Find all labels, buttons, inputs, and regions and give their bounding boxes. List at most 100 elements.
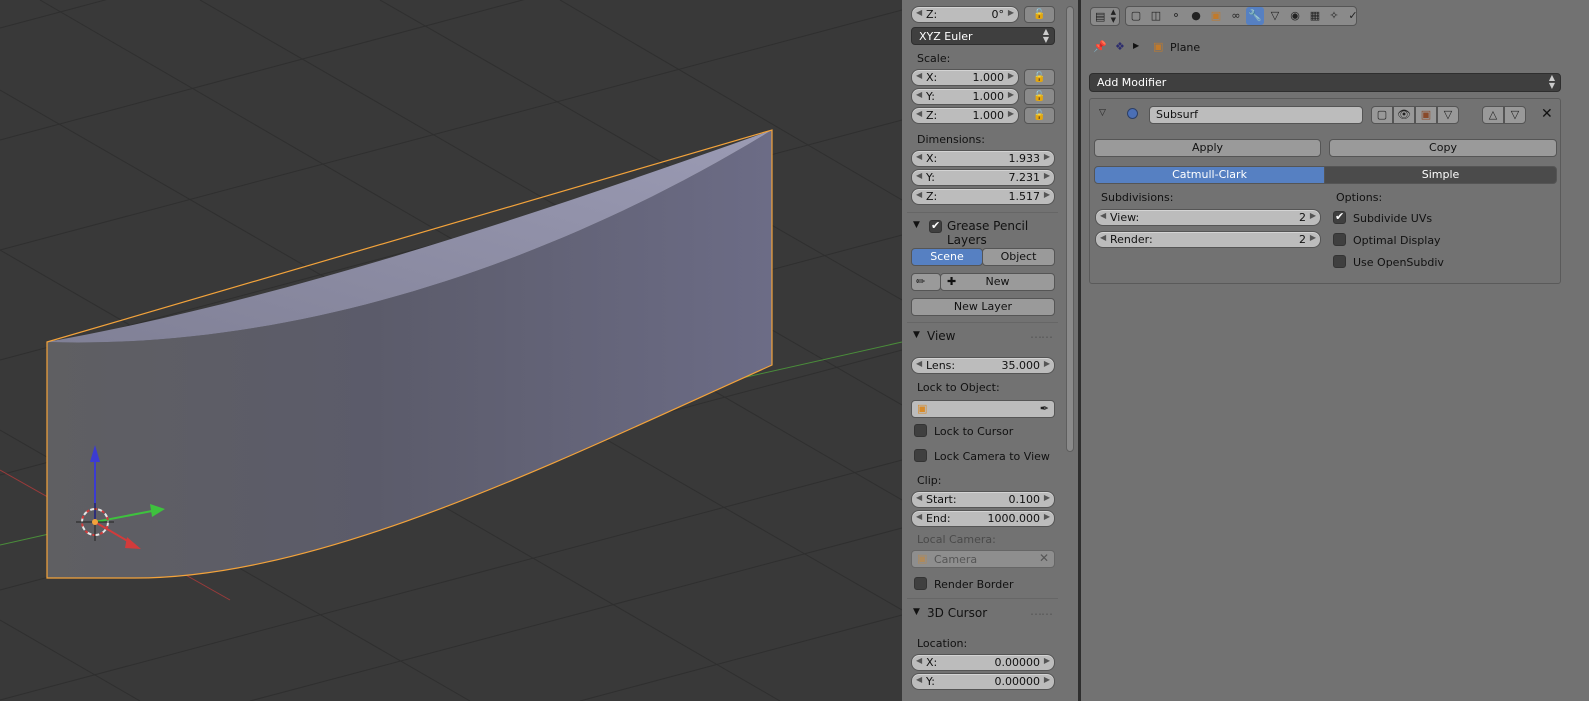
clip-start-field[interactable]: ◀ Start: 0.100 ▶ bbox=[911, 491, 1055, 508]
decrement-icon: ◀ bbox=[916, 152, 923, 161]
render-border-label: Render Border bbox=[934, 578, 1014, 591]
divider bbox=[907, 598, 1058, 599]
add-modifier-dropdown[interactable]: Add Modifier ▲ ▼ bbox=[1089, 73, 1561, 92]
move-up-icon[interactable]: △ bbox=[1482, 106, 1504, 124]
optimal-display-checkbox[interactable] bbox=[1333, 233, 1346, 246]
drag-handle-icon[interactable]: ⋯⋯ bbox=[1030, 330, 1053, 344]
grease-pencil-enable-checkbox[interactable] bbox=[929, 219, 942, 233]
collapse-triangle-icon[interactable]: ▽ bbox=[1099, 108, 1106, 118]
copy-button[interactable]: Copy bbox=[1329, 139, 1557, 157]
eyedropper-icon[interactable]: ✒ bbox=[1040, 402, 1049, 415]
field-label: Y: bbox=[926, 171, 935, 184]
data-tab-icon[interactable]: ▽ bbox=[1266, 7, 1284, 25]
divider bbox=[907, 322, 1058, 323]
scale-y-field[interactable]: ◀ Y: 1.000 ▶ bbox=[911, 88, 1019, 105]
shelf-scrollbar[interactable] bbox=[1063, 0, 1078, 701]
scale-z-field[interactable]: ◀ Z: 1.000 ▶ bbox=[911, 107, 1019, 124]
render-tab-icon[interactable]: ▢ bbox=[1127, 7, 1145, 25]
updown-icon: ▲ ▼ bbox=[1548, 73, 1555, 90]
object-tab-icon[interactable]: ▣ bbox=[1207, 7, 1225, 25]
lock-camera-to-view-checkbox[interactable] bbox=[914, 449, 927, 462]
updown-icon: ▲ ▼ bbox=[1110, 8, 1116, 24]
3d-viewport[interactable] bbox=[0, 0, 902, 701]
lock-scale-z-button[interactable]: 🔓 bbox=[1024, 107, 1055, 124]
properties-context-tabs: ▤ ▲ ▼ ▢ ◫ ⚬ ● ▣ ∞ 🔧 ▽ ◉ ▦ ✧ ✓ bbox=[1081, 0, 1589, 32]
pin-icon[interactable]: 📌 bbox=[1093, 40, 1107, 53]
constraints-tab-icon[interactable]: ∞ bbox=[1227, 7, 1245, 25]
field-label: View: bbox=[1110, 211, 1140, 224]
divider bbox=[907, 212, 1058, 213]
scene-tab-icon[interactable]: ⚬ bbox=[1167, 7, 1185, 25]
local-camera-field[interactable]: ▣ Camera ✕ bbox=[911, 550, 1055, 568]
scrollbar-thumb[interactable] bbox=[1066, 6, 1074, 452]
drag-handle-icon[interactable]: ⋯⋯ bbox=[1030, 607, 1053, 621]
apply-button[interactable]: Apply bbox=[1094, 139, 1321, 157]
view-subdivisions-field[interactable]: ◀ View: 2 ▶ bbox=[1095, 209, 1321, 226]
modifiers-tab-icon[interactable]: 🔧 bbox=[1246, 7, 1264, 25]
world-tab-icon[interactable]: ● bbox=[1187, 7, 1205, 25]
updown-icon: ▲ ▼ bbox=[1042, 27, 1049, 44]
field-value: 0° bbox=[991, 8, 1005, 21]
clear-icon[interactable]: ✕ bbox=[1039, 551, 1049, 565]
modifier-name-input[interactable]: Subsurf bbox=[1149, 106, 1363, 124]
simple-toggle[interactable]: Simple bbox=[1324, 166, 1557, 184]
decrement-icon: ◀ bbox=[916, 90, 923, 99]
dimension-x-field[interactable]: ◀ X: 1.933 ▶ bbox=[911, 150, 1055, 167]
cursor-y-field[interactable]: ◀ Y: 0.00000 ▶ bbox=[911, 673, 1055, 690]
editmode-toggle-icon[interactable]: ▣ bbox=[1415, 106, 1437, 124]
field-value: 35.000 bbox=[1001, 359, 1041, 372]
physics-tab-icon[interactable]: ✓ bbox=[1344, 7, 1362, 25]
new-layer-button[interactable]: New Layer bbox=[911, 298, 1055, 316]
pencil-datablock-button[interactable]: ✏ bbox=[911, 273, 941, 291]
lock-scale-x-button[interactable]: 🔓 bbox=[1024, 69, 1055, 86]
field-label: End: bbox=[926, 512, 951, 525]
lock-rotation-z-button[interactable]: 🔓 bbox=[1024, 6, 1055, 23]
button-label: New bbox=[985, 275, 1010, 288]
subdivide-uvs-checkbox[interactable] bbox=[1333, 210, 1346, 224]
object-cube-icon: ▣ bbox=[917, 402, 928, 415]
field-label: X: bbox=[926, 71, 938, 84]
lens-field[interactable]: ◀ Lens: 35.000 ▶ bbox=[911, 357, 1055, 374]
grease-pencil-panel-header[interactable]: ▼ Grease Pencil Layers bbox=[907, 216, 1058, 247]
dimension-y-field[interactable]: ◀ Y: 7.231 ▶ bbox=[911, 169, 1055, 186]
clip-end-field[interactable]: ◀ End: 1000.000 ▶ bbox=[911, 510, 1055, 527]
lock-scale-y-button[interactable]: 🔓 bbox=[1024, 88, 1055, 105]
plus-icon: ✚ bbox=[947, 275, 957, 288]
render-subdivisions-field[interactable]: ◀ Render: 2 ▶ bbox=[1095, 231, 1321, 248]
field-value: 2 bbox=[1299, 233, 1306, 246]
view-panel-header[interactable]: ▼ View ⋯⋯ bbox=[907, 326, 1058, 348]
particles-tab-icon[interactable]: ✧ bbox=[1325, 7, 1343, 25]
decrement-icon: ◀ bbox=[916, 359, 923, 368]
dimension-z-field[interactable]: ◀ Z: 1.517 ▶ bbox=[911, 188, 1055, 205]
scale-x-field[interactable]: ◀ X: 1.000 ▶ bbox=[911, 69, 1019, 86]
field-label: X: bbox=[926, 656, 938, 669]
render-border-checkbox[interactable] bbox=[914, 577, 927, 590]
cursor-x-field[interactable]: ◀ X: 0.00000 ▶ bbox=[911, 654, 1055, 671]
collapse-triangle-icon: ▼ bbox=[913, 607, 920, 617]
editor-type-dropdown[interactable]: ▤ ▲ ▼ bbox=[1090, 7, 1120, 26]
move-down-icon[interactable]: ▽ bbox=[1504, 106, 1526, 124]
rotation-z-field[interactable]: ◀ Z: 0° ▶ bbox=[911, 6, 1019, 23]
3d-cursor-panel-header[interactable]: ▼ 3D Cursor ⋯⋯ bbox=[907, 603, 1058, 625]
texture-tab-icon[interactable]: ▦ bbox=[1306, 7, 1324, 25]
tab-scene[interactable]: Scene bbox=[911, 248, 983, 266]
scene-icon: ❖ bbox=[1115, 40, 1125, 53]
decrement-icon: ◀ bbox=[916, 71, 923, 80]
tab-object[interactable]: Object bbox=[982, 248, 1055, 266]
use-opensubdiv-label: Use OpenSubdiv bbox=[1353, 256, 1444, 269]
use-opensubdiv-checkbox[interactable] bbox=[1333, 255, 1346, 268]
catmull-clark-toggle[interactable]: Catmull-Clark bbox=[1094, 166, 1325, 184]
field-value: 1.000 bbox=[972, 109, 1005, 122]
lock-icon: 🔓 bbox=[1033, 72, 1046, 83]
render-toggle-icon[interactable]: ▢ bbox=[1371, 106, 1393, 124]
close-icon[interactable]: ✕ bbox=[1541, 106, 1553, 122]
rotation-mode-dropdown[interactable]: XYZ Euler ▲ ▼ bbox=[911, 27, 1055, 45]
lock-to-cursor-checkbox[interactable] bbox=[914, 424, 927, 437]
lock-object-field[interactable]: ▣ ✒ bbox=[911, 400, 1055, 418]
cage-toggle-icon[interactable]: ▽ bbox=[1437, 106, 1459, 124]
properties-shelf: ◀ Z: 0° ▶ 🔓 XYZ Euler ▲ ▼ Scale: ◀ X: 1.0… bbox=[902, 0, 1063, 701]
eye-icon[interactable]: 👁 bbox=[1393, 106, 1415, 124]
material-tab-icon[interactable]: ◉ bbox=[1286, 7, 1304, 25]
new-grease-pencil-button[interactable]: ✚ New bbox=[940, 273, 1055, 291]
render-layers-tab-icon[interactable]: ◫ bbox=[1147, 7, 1165, 25]
